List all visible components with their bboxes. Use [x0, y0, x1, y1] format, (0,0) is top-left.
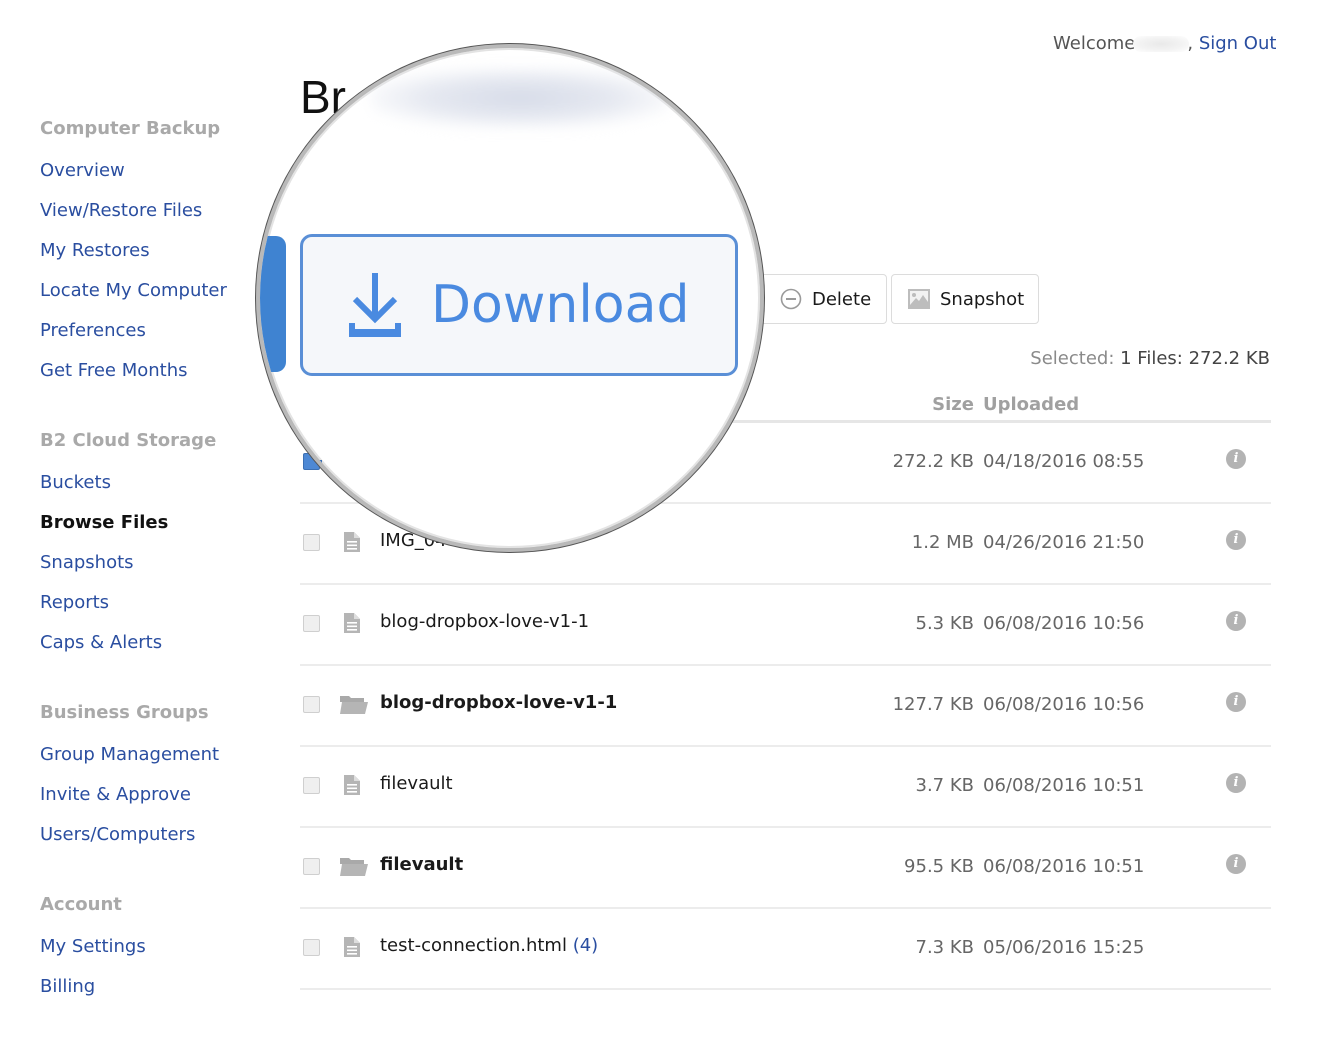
sidebar-section: B2 Cloud Storage Buckets Browse Files Snaps…: [40, 428, 260, 670]
welcome-separator: ,: [1187, 33, 1194, 54]
sidebar-section: Business Groups Group Management Invite & …: [40, 700, 260, 862]
magnifier-overlay: Download ✔: [256, 44, 764, 552]
sidebar-item-my-settings[interactable]: My Settings: [40, 934, 260, 974]
file-name-text: blog-dropbox-love-v1-1: [380, 692, 618, 713]
sidebar-item-reports[interactable]: Reports: [40, 590, 260, 630]
welcome-label: Welcome: [1053, 33, 1136, 54]
sidebar-item-buckets[interactable]: Buckets: [40, 470, 260, 510]
upload-date: 05/06/2016 15:25: [983, 937, 1145, 958]
sidebar-nav: Computer Backup Overview View/Restore File…: [40, 116, 260, 1044]
snapshot-button[interactable]: Snapshot: [891, 274, 1039, 324]
welcome-bar: Welcome, Sign Out: [1053, 33, 1276, 54]
file-icon: [344, 775, 360, 799]
info-icon[interactable]: i: [1226, 611, 1246, 631]
file-size: 272.2 KB: [892, 451, 974, 472]
folder-icon: [340, 856, 368, 880]
info-icon[interactable]: i: [1226, 692, 1246, 712]
table-row[interactable]: test-connection.html (4) 7.3 KB 05/06/2016…: [300, 909, 1271, 990]
row-checkbox[interactable]: [303, 858, 320, 875]
sidebar-section-heading: B2 Cloud Storage: [40, 430, 217, 451]
sidebar-item-preferences[interactable]: Preferences: [40, 318, 260, 358]
file-size: 1.2 MB: [911, 532, 974, 553]
upload-date: 04/18/2016 08:55: [983, 451, 1145, 472]
delete-label: Delete: [812, 288, 872, 310]
file-name[interactable]: filevault: [380, 773, 453, 794]
blurred-username: [1133, 36, 1190, 52]
table-row[interactable]: blog-dropbox-love-v1-1 5.3 KB 06/08/2016 1…: [300, 585, 1271, 666]
download-icon: [349, 273, 401, 337]
file-name-text: filevault: [380, 773, 453, 794]
sidebar-item-invite-approve[interactable]: Invite & Approve: [40, 782, 260, 822]
table-row[interactable]: filevault 3.7 KB 06/08/2016 10:51 i: [300, 747, 1271, 828]
sidebar-section-heading: Computer Backup: [40, 118, 221, 139]
row-checkbox[interactable]: [303, 696, 320, 713]
sidebar-section-heading: Account: [40, 894, 122, 915]
file-icon: [344, 937, 360, 961]
selection-value: 1 Files: 272.2 KB: [1120, 348, 1270, 369]
upload-date: 06/08/2016 10:56: [983, 694, 1145, 715]
file-name-text: blog-dropbox-love-v1-1: [380, 611, 590, 632]
image-icon: [908, 289, 930, 309]
version-count-link[interactable]: (4): [573, 935, 599, 956]
file-icon: [344, 532, 360, 556]
upload-date: 04/26/2016 21:50: [983, 532, 1145, 553]
file-name[interactable]: filevault: [380, 854, 463, 875]
file-size: 127.7 KB: [892, 694, 974, 715]
file-size: 3.7 KB: [915, 775, 975, 796]
selection-label: Selected:: [1030, 348, 1115, 369]
column-header-uploaded[interactable]: Uploaded: [983, 394, 1079, 415]
sidebar-item-caps-alerts[interactable]: Caps & Alerts: [40, 630, 260, 670]
file-icon: [344, 613, 360, 637]
file-size: 7.3 KB: [915, 937, 975, 958]
sidebar-section: Computer Backup Overview View/Restore File…: [40, 116, 260, 398]
folder-icon: [340, 694, 368, 718]
sidebar-item-view-restore-files[interactable]: View/Restore Files: [40, 198, 260, 238]
upload-date: 06/08/2016 10:51: [983, 856, 1145, 877]
row-checkbox[interactable]: [303, 939, 320, 956]
sidebar-item-get-free-months[interactable]: Get Free Months: [40, 358, 260, 398]
sidebar-item-my-restores[interactable]: My Restores: [40, 238, 260, 278]
snapshot-label: Snapshot: [940, 288, 1025, 310]
table-row[interactable]: filevault 95.5 KB 06/08/2016 10:51 i: [300, 828, 1271, 909]
info-icon[interactable]: i: [1226, 530, 1246, 550]
info-icon[interactable]: i: [1226, 449, 1246, 469]
primary-button-edge[interactable]: [260, 236, 286, 372]
file-name-text: filevault: [380, 854, 464, 875]
file-name-text: test-connection.html: [380, 935, 567, 956]
download-button[interactable]: Download: [300, 234, 738, 376]
download-label: Download: [431, 275, 690, 335]
file-size: 5.3 KB: [915, 613, 975, 634]
sidebar-section-heading: Business Groups: [40, 702, 209, 723]
magnified-checkbox[interactable]: ✔: [302, 460, 322, 480]
sidebar-item-billing[interactable]: Billing: [40, 974, 260, 1014]
upload-date: 06/08/2016 10:56: [983, 613, 1145, 634]
file-name[interactable]: blog-dropbox-love-v1-1: [380, 611, 589, 632]
sidebar-item-overview[interactable]: Overview: [40, 158, 260, 198]
sign-out-link[interactable]: Sign Out: [1199, 33, 1277, 54]
upload-date: 06/08/2016 10:51: [983, 775, 1145, 796]
sidebar-item-locate-my-computer[interactable]: Locate My Computer: [40, 278, 260, 318]
file-size: 95.5 KB: [904, 856, 974, 877]
sidebar-item-users-computers[interactable]: Users/Computers: [40, 822, 260, 862]
delete-button[interactable]: Delete: [755, 274, 887, 324]
sidebar-item-browse-files[interactable]: Browse Files: [40, 510, 260, 550]
selection-summary: Selected: 1 Files: 272.2 KB: [1030, 348, 1270, 369]
file-name[interactable]: blog-dropbox-love-v1-1: [380, 692, 617, 713]
info-icon[interactable]: i: [1226, 854, 1246, 874]
sidebar-section: Account My Settings Billing: [40, 892, 260, 1014]
table-row[interactable]: blog-dropbox-love-v1-1 127.7 KB 06/08/2016…: [300, 666, 1271, 747]
minus-circle-icon: [780, 288, 802, 310]
column-header-size[interactable]: Size: [932, 394, 974, 415]
row-checkbox[interactable]: [303, 534, 320, 551]
sidebar-item-snapshots[interactable]: Snapshots: [40, 550, 260, 590]
sidebar-item-group-management[interactable]: Group Management: [40, 742, 260, 782]
row-checkbox[interactable]: [303, 615, 320, 632]
blurred-title: [370, 68, 670, 128]
file-name[interactable]: test-connection.html (4): [380, 935, 598, 956]
row-checkbox[interactable]: [303, 777, 320, 794]
info-icon[interactable]: i: [1226, 773, 1246, 793]
